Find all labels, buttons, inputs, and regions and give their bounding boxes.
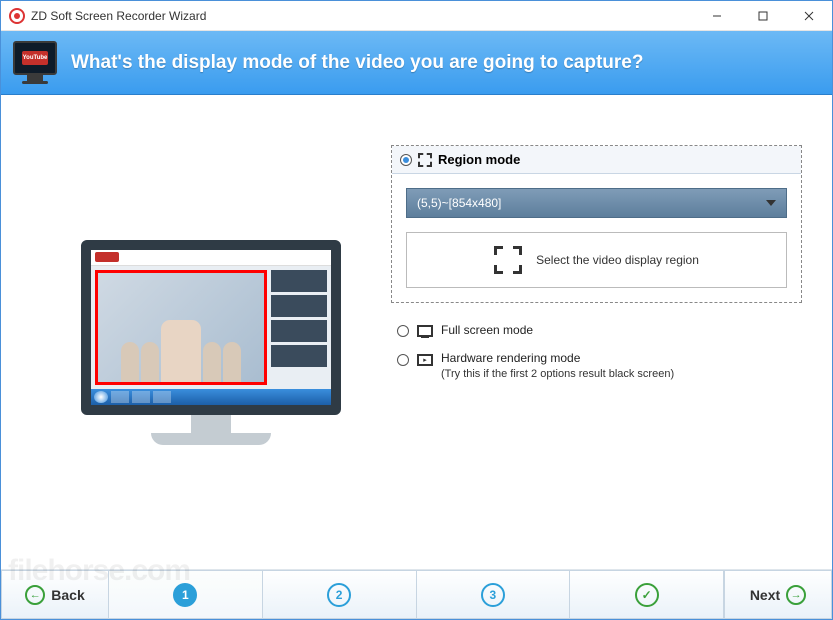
window-controls xyxy=(694,1,832,31)
step-done[interactable]: ✓ xyxy=(570,570,724,619)
region-coords-value: (5,5)~[854x480] xyxy=(417,196,501,210)
maximize-button[interactable] xyxy=(740,1,786,31)
fullscreen-mode-radio[interactable]: Full screen mode xyxy=(391,317,802,345)
fullscreen-icon xyxy=(417,325,433,337)
radio-unchecked-icon xyxy=(397,354,409,366)
hardware-mode-radio[interactable]: Hardware rendering mode (Try this if the… xyxy=(391,345,802,388)
hardware-label-group: Hardware rendering mode (Try this if the… xyxy=(441,351,674,382)
hardware-hint: (Try this if the first 2 options result … xyxy=(441,368,674,380)
step-indicator: 1 2 3 ✓ xyxy=(109,570,724,619)
select-region-label: Select the video display region xyxy=(536,253,699,267)
select-region-button[interactable]: Select the video display region xyxy=(406,232,787,288)
hardware-render-icon xyxy=(417,354,433,366)
minimize-button[interactable] xyxy=(694,1,740,31)
back-button[interactable]: ← Back xyxy=(1,570,109,619)
radio-checked-icon xyxy=(400,154,412,166)
wizard-question: What's the display mode of the video you… xyxy=(71,52,643,74)
wizard-footer: ← Back 1 2 3 ✓ Next → xyxy=(1,569,832,619)
app-window: ZD Soft Screen Recorder Wizard YouTube W… xyxy=(0,0,833,620)
step-3[interactable]: 3 xyxy=(417,570,571,619)
region-mode-panel: Region mode (5,5)~[854x480] Select the v… xyxy=(391,145,802,303)
hardware-label: Hardware rendering mode xyxy=(441,351,580,365)
step-1[interactable]: 1 xyxy=(109,570,263,619)
titlebar: ZD Soft Screen Recorder Wizard xyxy=(1,1,832,31)
app-record-icon xyxy=(9,8,25,24)
region-mode-radio[interactable]: Region mode xyxy=(392,146,801,174)
mode-options: Region mode (5,5)~[854x480] Select the v… xyxy=(391,125,802,559)
back-arrow-icon: ← xyxy=(25,585,45,605)
next-label: Next xyxy=(750,587,780,603)
region-coords-dropdown[interactable]: (5,5)~[854x480] xyxy=(406,188,787,218)
monitor-illustration xyxy=(81,240,341,445)
start-button-icon xyxy=(94,391,108,403)
youtube-monitor-icon: YouTube xyxy=(13,41,57,85)
next-arrow-icon: → xyxy=(786,585,806,605)
wizard-content: Region mode (5,5)~[854x480] Select the v… xyxy=(1,95,832,569)
crop-corners-icon xyxy=(494,246,522,274)
window-title: ZD Soft Screen Recorder Wizard xyxy=(31,9,206,23)
wizard-header: YouTube What's the display mode of the v… xyxy=(1,31,832,95)
dropdown-caret-icon xyxy=(766,200,776,206)
radio-unchecked-icon xyxy=(397,325,409,337)
close-button[interactable] xyxy=(786,1,832,31)
region-icon xyxy=(418,153,432,167)
back-label: Back xyxy=(51,587,84,603)
illustration xyxy=(31,125,391,559)
fullscreen-label: Full screen mode xyxy=(441,323,533,339)
youtube-logo-icon xyxy=(95,252,119,262)
region-mode-label: Region mode xyxy=(438,152,520,167)
step-2[interactable]: 2 xyxy=(263,570,417,619)
next-button[interactable]: Next → xyxy=(724,570,832,619)
video-region-highlight xyxy=(95,270,267,385)
